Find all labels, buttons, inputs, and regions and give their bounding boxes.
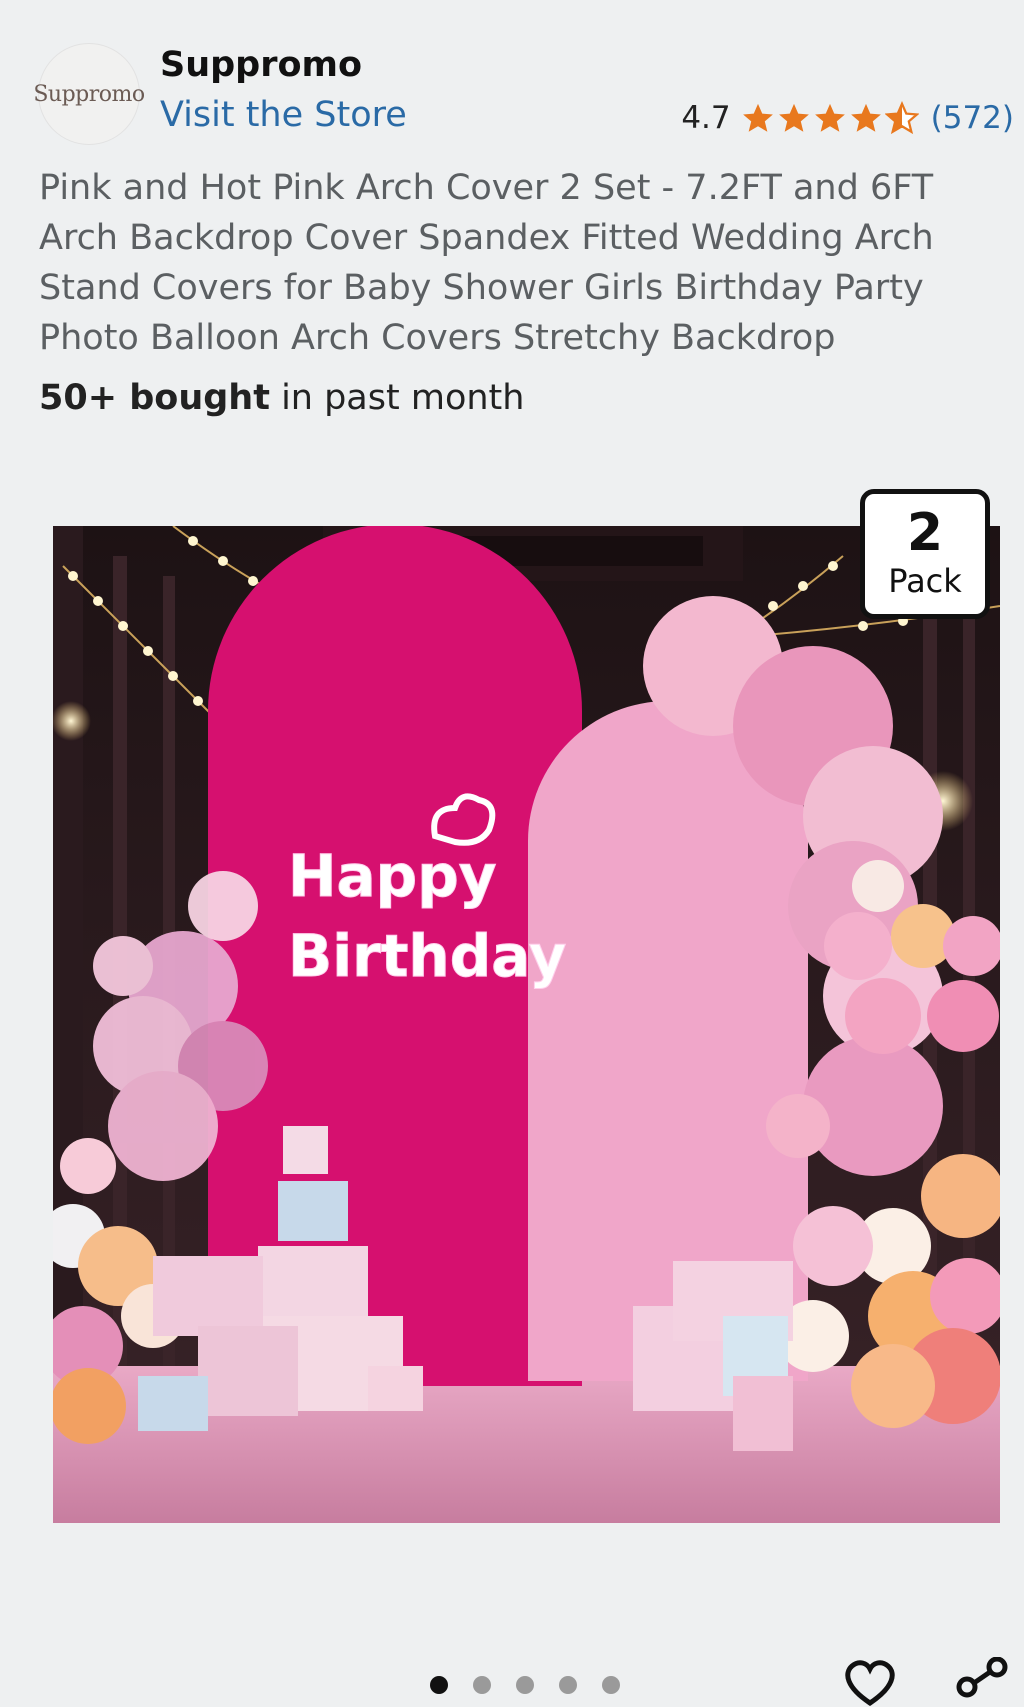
product-image[interactable]: Happy Birthday	[53, 526, 1000, 1523]
store-logo-text: Suppromo	[33, 81, 145, 107]
store-name: Suppromo	[160, 45, 363, 85]
product-title: Pink and Hot Pink Arch Cover 2 Set - 7.2…	[39, 168, 934, 358]
neon-birthday: Birthday	[288, 922, 566, 990]
store-logo[interactable]: Suppromo	[33, 43, 145, 145]
star-half-icon	[884, 101, 919, 135]
star-full-icon	[742, 103, 773, 132]
star-full-icon	[850, 103, 881, 132]
carousel-dot[interactable]	[559, 1676, 577, 1694]
bought-count-bold: 50+ bought	[39, 378, 270, 418]
carousel-dot[interactable]	[516, 1676, 534, 1694]
carousel-dots	[430, 1676, 620, 1694]
rating-count-link[interactable]: (572)	[931, 100, 1014, 136]
carousel-dot[interactable]	[473, 1676, 491, 1694]
star-full-icon	[814, 103, 845, 132]
bought-count: 50+ bought in past month	[39, 378, 524, 418]
bought-count-rest: in past month	[269, 378, 525, 418]
pack-badge-label: Pack	[888, 562, 962, 600]
rating-summary[interactable]: 4.7 (572)	[681, 100, 1014, 136]
carousel-dot[interactable]	[602, 1676, 620, 1694]
star-full-icon	[778, 103, 809, 132]
heart-icon[interactable]	[842, 1657, 898, 1707]
product-photo: Happy Birthday	[53, 526, 1000, 1523]
carousel-dot-active[interactable]	[430, 1676, 448, 1694]
visit-store-link[interactable]: Visit the Store	[160, 95, 407, 135]
pack-badge: 2 Pack	[860, 489, 990, 619]
rating-value: 4.7	[681, 100, 731, 136]
pack-badge-number: 2	[906, 503, 944, 563]
star-rating	[741, 101, 919, 135]
share-icon[interactable]	[955, 1657, 1011, 1707]
neon-happy: Happy	[288, 842, 497, 910]
